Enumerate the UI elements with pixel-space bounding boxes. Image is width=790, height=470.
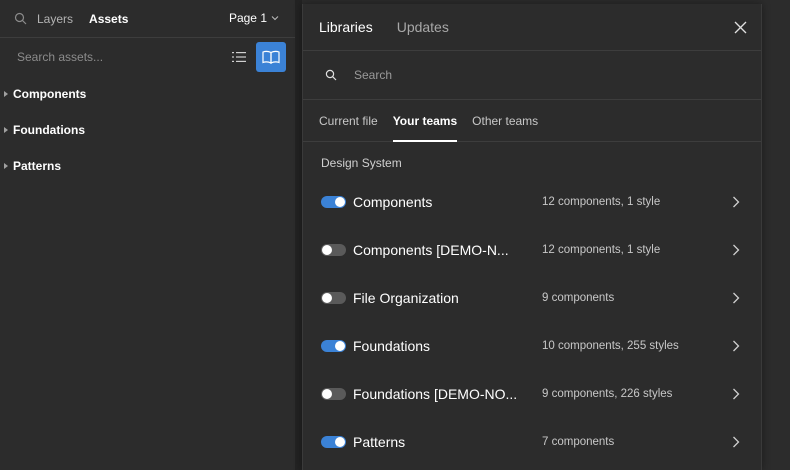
chevron-right-icon[interactable] (731, 340, 741, 352)
library-toggle[interactable] (321, 292, 346, 304)
search-icon (325, 69, 337, 81)
chevron-right-icon[interactable] (731, 436, 741, 448)
page-select[interactable]: Page 1 (229, 11, 279, 25)
library-meta: 10 components, 255 styles (542, 340, 679, 352)
library-name: File Organization (353, 290, 459, 306)
library-meta: 9 components, 226 styles (542, 388, 673, 400)
asset-group-label: Components (13, 87, 87, 101)
library-row[interactable]: Components 12 components, 1 style (303, 178, 761, 226)
page-select-label: Page 1 (228, 11, 267, 25)
team-library-button[interactable] (256, 42, 286, 72)
library-meta: 7 components (542, 436, 615, 448)
library-toggle[interactable] (321, 196, 346, 208)
asset-group-label: Foundations (13, 123, 85, 137)
close-icon (734, 21, 746, 33)
toggle-knob (335, 341, 345, 351)
close-button[interactable] (731, 18, 749, 36)
asset-search-row (0, 38, 295, 76)
chevron-down-icon (271, 16, 279, 21)
toggle-knob (335, 197, 345, 207)
asset-search-input[interactable] (17, 50, 197, 64)
chevron-right-icon[interactable] (731, 244, 741, 256)
library-row[interactable]: Components [DEMO-N... 12 components, 1 s… (303, 226, 761, 274)
modal-search-row (303, 51, 761, 100)
chevron-right-icon[interactable] (731, 196, 741, 208)
tab-current-file[interactable]: Current file (319, 100, 378, 141)
caret-right-icon (4, 127, 8, 133)
library-toggle[interactable] (321, 244, 346, 256)
search-icon[interactable] (14, 12, 27, 25)
library-row[interactable]: Foundations [DEMO-NO... 9 components, 22… (303, 370, 761, 418)
panel-divider (295, 0, 302, 470)
library-meta: 12 components, 1 style (542, 196, 661, 208)
caret-right-icon (4, 91, 8, 97)
tab-other-teams[interactable]: Other teams (472, 100, 538, 141)
library-toggle[interactable] (321, 388, 346, 400)
tab-libraries[interactable]: Libraries (319, 19, 373, 35)
section-title: Design System (321, 156, 402, 170)
toggle-knob (322, 389, 332, 399)
book-open-icon (262, 50, 280, 64)
list-view-icon (232, 52, 246, 62)
library-row[interactable]: Patterns 7 components (303, 418, 761, 466)
modal-header: Libraries Updates (303, 4, 761, 51)
library-meta: 12 components, 1 style (542, 244, 661, 256)
library-row[interactable]: File Organization 9 components (303, 274, 761, 322)
toggle-knob (335, 437, 345, 447)
asset-group-label: Patterns (13, 159, 62, 173)
asset-group-patterns[interactable]: Patterns (0, 148, 295, 184)
asset-group-components[interactable]: Components (0, 76, 295, 112)
assets-panel: Layers Assets Page 1 Search assets... Co… (0, 0, 295, 470)
library-name: Foundations (353, 338, 431, 354)
library-subtabs: Current file Your teams Other teams (303, 100, 761, 142)
caret-right-icon (4, 163, 8, 169)
library-list: Components 12 components, 1 style Compon… (303, 178, 761, 466)
tab-assets[interactable]: Assets (89, 12, 128, 26)
tab-updates[interactable]: Updates (397, 19, 449, 35)
library-toggle[interactable] (321, 436, 346, 448)
tab-your-teams[interactable]: Your teams (392, 100, 458, 142)
library-search-input[interactable] (354, 68, 714, 82)
library-name: Foundations [DEMO-NO... (353, 386, 518, 402)
left-panel-header: Layers Assets Page 1 (0, 0, 295, 38)
chevron-right-icon[interactable] (731, 292, 741, 304)
library-row[interactable]: Foundations 10 components, 255 styles (303, 322, 761, 370)
libraries-modal: Libraries Updates Current file Your team… (302, 4, 762, 470)
library-name: Patterns (353, 434, 406, 450)
toggle-knob (322, 293, 332, 303)
library-name: Components (353, 194, 433, 210)
asset-group-foundations[interactable]: Foundations (0, 112, 295, 148)
tab-layers[interactable]: Layers (37, 12, 73, 26)
toggle-knob (322, 245, 332, 255)
library-meta: 9 components (542, 292, 615, 304)
library-name: Components [DEMO-N... (353, 242, 509, 258)
list-view-button[interactable] (225, 43, 253, 71)
chevron-right-icon[interactable] (731, 388, 741, 400)
library-toggle[interactable] (321, 340, 346, 352)
